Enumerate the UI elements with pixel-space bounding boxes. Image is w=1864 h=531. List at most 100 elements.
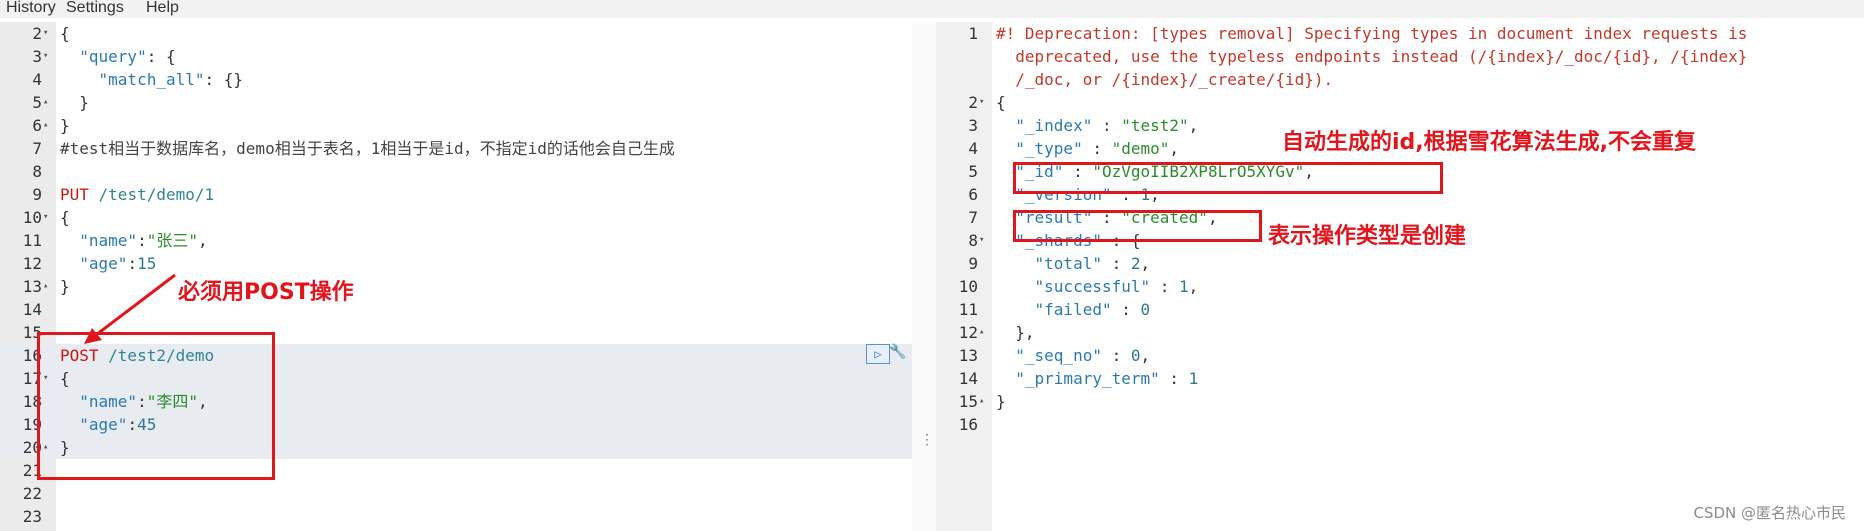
code-token: : (1101, 254, 1131, 273)
output-line[interactable]: 14 "_primary_term" : 1 (936, 367, 1864, 390)
menu-settings[interactable]: Settings (66, 0, 124, 17)
code-text: "successful" : 1, (996, 275, 1199, 298)
fold-toggle-icon[interactable]: ▴ (43, 114, 48, 137)
editor-line[interactable]: 8 (0, 160, 912, 183)
line-number: 3 (968, 116, 978, 135)
code-token: 1 (1179, 277, 1189, 296)
code-token: 0 (1130, 346, 1141, 365)
code-token: : (1082, 139, 1112, 158)
code-token: : (1150, 277, 1180, 296)
line-number: 20 (22, 438, 42, 457)
editor-line[interactable]: 23 (0, 505, 912, 528)
fold-toggle-icon[interactable]: ▴ (43, 275, 48, 298)
code-token: : (137, 231, 147, 250)
code-token: #! Deprecation: [types removal] Specifyi… (996, 24, 1748, 43)
code-token: : (1101, 346, 1131, 365)
line-number: 16 (22, 346, 42, 365)
line-number: 6 (32, 116, 42, 135)
fold-toggle-icon[interactable]: ▾ (43, 206, 48, 229)
code-text: #! Deprecation: [types removal] Specifyi… (996, 22, 1747, 45)
output-line[interactable]: 12 ▴ }, (936, 321, 1864, 344)
editor-line[interactable]: 2 ▾ { (0, 22, 912, 45)
code-text: "_primary_term" : 1 (996, 367, 1198, 390)
output-line[interactable]: /_doc, or /{index}/_create/{id}). (936, 68, 1864, 91)
code-token: } (60, 116, 70, 135)
line-number: 2 (32, 24, 42, 43)
response-output: 1 #! Deprecation: [types removal] Specify… (936, 22, 1864, 531)
line-number: 17 (22, 369, 42, 388)
line-number: 4 (32, 70, 42, 89)
line-number: 15 (22, 323, 42, 342)
fold-toggle-icon[interactable]: ▴ (43, 91, 48, 114)
fold-toggle-icon[interactable]: ▾ (43, 45, 48, 68)
annotation-arrow (84, 273, 176, 344)
output-line[interactable]: 10 "successful" : 1, (936, 275, 1864, 298)
editor-line[interactable]: 7 #test相当于数据库名，demo相当于表名，1相当于是id，不指定id的话他… (0, 137, 912, 160)
output-line[interactable]: 11 "failed" : 0 (936, 298, 1864, 321)
output-line[interactable]: 1 #! Deprecation: [types removal] Specify… (936, 22, 1864, 45)
code-text: "query": { (60, 45, 175, 68)
line-number: 9 (32, 185, 42, 204)
output-line[interactable]: 15 ▴} (936, 390, 1864, 413)
id-annotation: 自动生成的id,根据雪花算法生成,不会重复 (1282, 130, 1697, 155)
line-number: 12 (22, 254, 42, 273)
code-text: "_index" : "test2", (996, 114, 1198, 137)
output-line[interactable]: 13 "_seq_no" : 0, (936, 344, 1864, 367)
code-token: , (197, 231, 208, 250)
wrench-icon[interactable]: 🔧 (889, 344, 906, 360)
resize-handle-icon[interactable]: ⋮ (920, 432, 934, 448)
output-line[interactable]: deprecated, use the typeless endpoints i… (936, 45, 1864, 68)
line-number: 5 (32, 93, 42, 112)
code-token: } (996, 392, 1006, 411)
editor-line[interactable]: 4 "match_all": {} (0, 68, 912, 91)
code-token: { (60, 208, 70, 227)
fold-toggle-icon[interactable]: ▾ (43, 22, 48, 45)
output-line[interactable]: 9 "total" : 2, (936, 252, 1864, 275)
line-number: 10 (22, 208, 42, 227)
menu-help[interactable]: Help (146, 0, 179, 17)
line-number: 5 (968, 162, 978, 181)
code-token: } (60, 277, 70, 296)
code-text: "failed" : 0 (996, 298, 1151, 321)
editor-line[interactable]: 11 "name":"张三", (0, 229, 912, 252)
line-number: 12 (958, 323, 978, 342)
fold-toggle-icon[interactable]: ▴ (979, 390, 984, 413)
line-number: 18 (22, 392, 42, 411)
menu-history[interactable]: History (6, 0, 56, 17)
code-token: "demo" (1111, 139, 1170, 158)
code-token: 1 (1188, 369, 1199, 388)
editor-line[interactable]: 22 (0, 482, 912, 505)
code-token: , (1188, 277, 1199, 296)
editor-line[interactable]: 6 ▴} (0, 114, 912, 137)
fold-toggle-icon[interactable]: ▾ (979, 229, 984, 252)
pane-resizer[interactable]: ⋮ (912, 22, 936, 531)
editor-line[interactable]: 3 ▾ "query": { (0, 45, 912, 68)
code-text: } (60, 275, 70, 298)
fold-toggle-icon[interactable]: ▴ (979, 321, 984, 344)
code-token: { (60, 24, 70, 43)
output-line[interactable]: 16 (936, 413, 1864, 436)
code-text: deprecated, use the typeless endpoints i… (996, 45, 1747, 68)
code-token: : {} (204, 70, 244, 89)
code-token: "match_all" (98, 70, 205, 89)
line-number: 19 (22, 415, 42, 434)
code-text: } (60, 91, 89, 114)
editor-line[interactable]: 5 ▴ } (0, 91, 912, 114)
line-number: 8 (968, 231, 978, 250)
output-line[interactable]: 2 ▾ { (936, 91, 1864, 114)
code-token: /_doc, or /{index}/_create/{id}). (996, 70, 1334, 89)
editor-line[interactable]: 10 ▾ { (0, 206, 912, 229)
fold-toggle-icon[interactable]: ▾ (979, 91, 984, 114)
post-annotation: 必须用POST操作 (178, 280, 354, 305)
play-icon[interactable]: ▷ (866, 344, 890, 364)
editor-line[interactable]: 9 PUT /test/demo/1 (0, 183, 912, 206)
line-number: 16 (958, 415, 978, 434)
code-token: , (1140, 346, 1151, 365)
line-number: 23 (22, 507, 42, 526)
